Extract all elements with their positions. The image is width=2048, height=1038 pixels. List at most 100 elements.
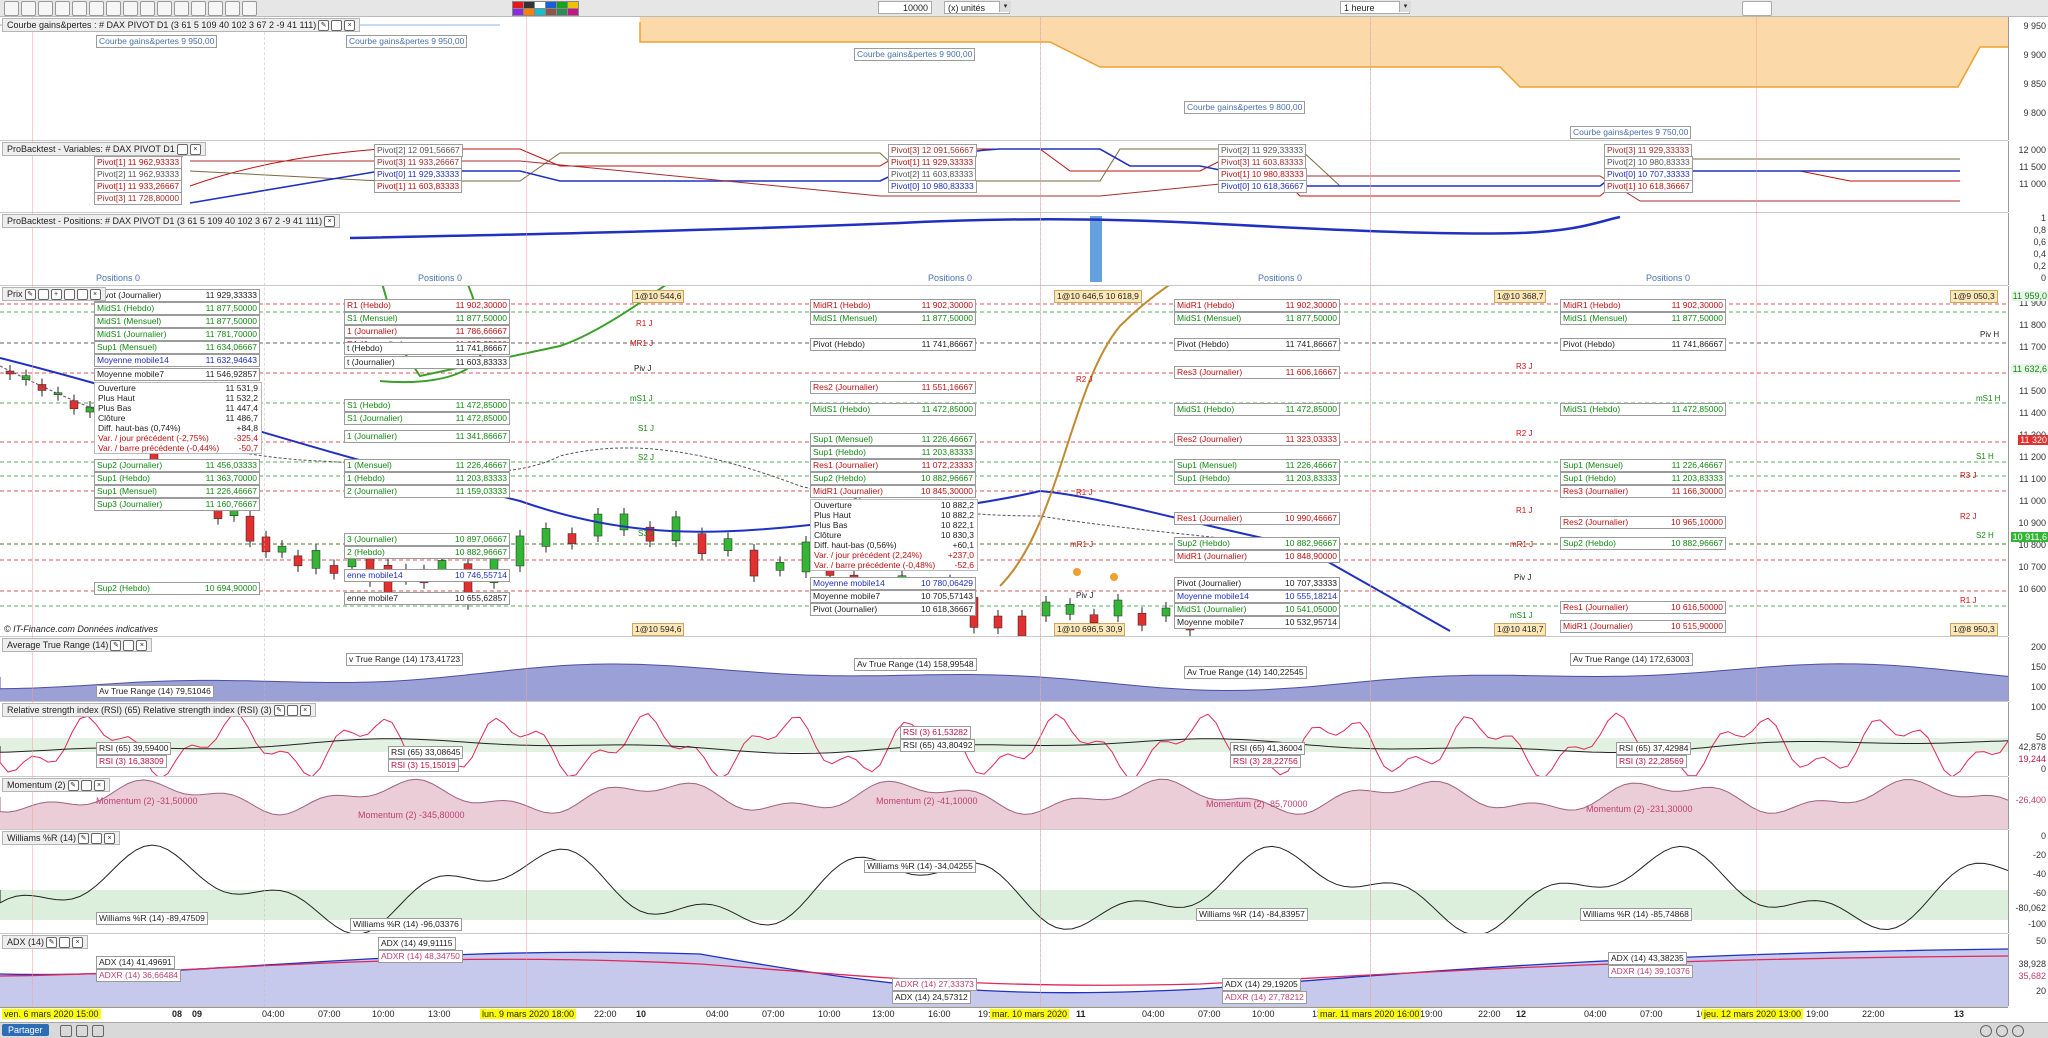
adx-axis[interactable]: 50 38,928 35,682 20	[2008, 934, 2048, 1006]
rectangle-icon[interactable]	[157, 1, 172, 16]
window-icon[interactable]	[59, 937, 71, 949]
candle	[1161, 607, 1171, 617]
timeframe-select-chevron-icon[interactable]: ▾	[1399, 1, 1411, 12]
settings-icon[interactable]	[63, 289, 75, 301]
atr-panel-title[interactable]: Average True Range (14) ✎ ×	[2, 638, 153, 652]
adx-panel-title[interactable]: ADX (14) ✎ ×	[2, 935, 89, 949]
color-swatch[interactable]	[567, 8, 579, 16]
wrench-icon[interactable]: ✎	[318, 20, 330, 32]
ohlc-value: +60,1	[952, 540, 974, 550]
fibonacci-icon[interactable]	[208, 1, 223, 16]
level-value: 10 882,96667	[1285, 538, 1337, 548]
axis-tick: -100	[2027, 919, 2046, 929]
williams-panel-title[interactable]: Williams %R (14) ✎ ×	[2, 831, 121, 845]
equity-axis[interactable]: 9 950 9 900 9 850 9 800	[2008, 17, 2048, 140]
level-value: 11 546,92857	[205, 369, 257, 379]
close-icon[interactable]: ×	[344, 20, 356, 32]
zoom-reset-icon[interactable]	[1996, 1025, 2008, 1037]
window-icon[interactable]	[80, 780, 92, 792]
print-icon[interactable]	[76, 1025, 88, 1037]
eraser-icon[interactable]	[242, 1, 257, 16]
timeframe-select-value: 1 heure	[1344, 3, 1375, 13]
level-name: Sup1 (Mensuel)	[813, 434, 874, 444]
cursor-icon[interactable]	[4, 1, 19, 16]
adx-label: ADX (14) 24,57312	[892, 991, 971, 1004]
price-axis[interactable]: 11 90011 80011 70011 60011 50011 40011 3…	[2008, 286, 2048, 636]
arrow-up-icon[interactable]	[123, 1, 138, 16]
camera-icon[interactable]	[60, 1025, 72, 1037]
horizontal-line-icon[interactable]	[89, 1, 104, 16]
close-icon[interactable]: ×	[189, 144, 201, 156]
line-icon[interactable]	[72, 1, 87, 16]
triangle-icon[interactable]	[191, 1, 206, 16]
level-name: enne mobile14	[347, 570, 403, 580]
level-value: 10 746,55714	[455, 570, 507, 580]
level-label: MidS1 (Hebdo) 11 472,85000	[1560, 403, 1726, 416]
adx-label: ADX (14) 49,91115	[378, 937, 456, 950]
level-value: 10 616,50000	[1671, 602, 1723, 612]
share-button[interactable]: Partager	[2, 1024, 49, 1036]
equity-panel-title[interactable]: Courbe gains&pertes : # DAX PIVOT D1 (3 …	[2, 18, 361, 32]
close-icon[interactable]: ×	[72, 937, 84, 949]
text-icon[interactable]	[225, 1, 240, 16]
positions-panel-title[interactable]: ProBacktest - Positions: # DAX PIVOT D1 …	[2, 214, 341, 228]
close-icon[interactable]: ×	[89, 289, 101, 301]
zoom-icon[interactable]	[21, 1, 36, 16]
wrench-icon[interactable]: ✎	[110, 640, 122, 652]
momentum-axis[interactable]: -26,400	[2008, 777, 2048, 829]
minimize-icon[interactable]	[76, 289, 88, 301]
trade-label: 1@10 544,6	[632, 290, 685, 303]
wrench-icon[interactable]: ✎	[24, 289, 36, 301]
quantity-input[interactable]: 10000	[878, 1, 932, 14]
rsi-axis[interactable]: 100 50 42,878 19,244 0	[2008, 702, 2048, 776]
level-value: 11 634,06667	[205, 342, 257, 352]
williams-plot	[0, 844, 2008, 933]
positions-axis[interactable]: 1 0,8 0,6 0,4 0,2 0	[2008, 213, 2048, 285]
candle	[749, 549, 759, 577]
level-name: Sup2 (Hebdo)	[97, 583, 150, 593]
pencil-icon[interactable]	[55, 1, 70, 16]
window-icon[interactable]	[37, 289, 49, 301]
close-icon[interactable]: ×	[299, 705, 311, 717]
window-icon[interactable]	[176, 144, 188, 156]
variables-panel-title[interactable]: ProBacktest - Variables: # DAX PIVOT D1 ×	[2, 142, 206, 156]
wrench-icon[interactable]: ✎	[273, 705, 285, 717]
add-icon[interactable]: +	[50, 289, 62, 301]
unit-select-chevron-icon[interactable]: ▾	[999, 1, 1011, 12]
atr-axis[interactable]: 200 150 100	[2008, 637, 2048, 701]
arrow-down-icon[interactable]	[140, 1, 155, 16]
zoom-in-icon[interactable]	[2012, 1025, 2024, 1037]
level-name: MidS1 (Hebdo)	[97, 303, 155, 313]
wrench-icon[interactable]: ✎	[67, 780, 79, 792]
close-icon[interactable]: ×	[136, 640, 148, 652]
momentum-panel-title[interactable]: Momentum (2) ✎ ×	[2, 778, 110, 792]
variables-axis[interactable]: 12 000 11 500 11 000	[2008, 141, 2048, 212]
level-name: MidR1 (Hebdo)	[813, 300, 871, 310]
axis-tick: 11 800	[2019, 320, 2046, 330]
rsi-panel-title[interactable]: Relative strength index (RSI) (65) Relat…	[2, 703, 316, 717]
zoom-out-icon[interactable]	[1980, 1025, 1992, 1037]
close-icon[interactable]: ×	[104, 833, 116, 845]
window-icon[interactable]	[123, 640, 135, 652]
price-panel-title[interactable]: Prix ✎ + ×	[2, 287, 106, 301]
wrench-icon[interactable]: ✎	[46, 937, 58, 949]
williams-axis[interactable]: 0 -20 -40 -60 -80,062 -100	[2008, 830, 2048, 933]
axis-tick: 12 000	[2018, 145, 2046, 155]
export-icon[interactable]	[92, 1025, 104, 1037]
candle	[245, 515, 255, 542]
channel-icon[interactable]	[174, 1, 189, 16]
wrench-icon[interactable]: ✎	[78, 833, 90, 845]
level-value: 11 226,46667	[1671, 460, 1723, 470]
window-icon[interactable]	[331, 20, 343, 32]
arrow-right-icon[interactable]	[106, 1, 121, 16]
time-axis[interactable]: 9:00080904:0007:0010:0013:0022:001004:00…	[0, 1007, 2008, 1022]
hand-icon[interactable]	[38, 1, 53, 16]
level-label: Pivot (Journalier) 10 707,33333	[1174, 577, 1340, 590]
close-icon[interactable]: ×	[324, 216, 336, 228]
window-icon[interactable]	[91, 833, 103, 845]
chart-type-icon[interactable]	[1742, 1, 1772, 16]
level-name: MidS1 (Mensuel)	[813, 313, 878, 323]
level-label: MidS1 (Mensuel) 11 877,50000	[810, 312, 976, 325]
window-icon[interactable]	[286, 705, 298, 717]
close-icon[interactable]: ×	[93, 780, 105, 792]
